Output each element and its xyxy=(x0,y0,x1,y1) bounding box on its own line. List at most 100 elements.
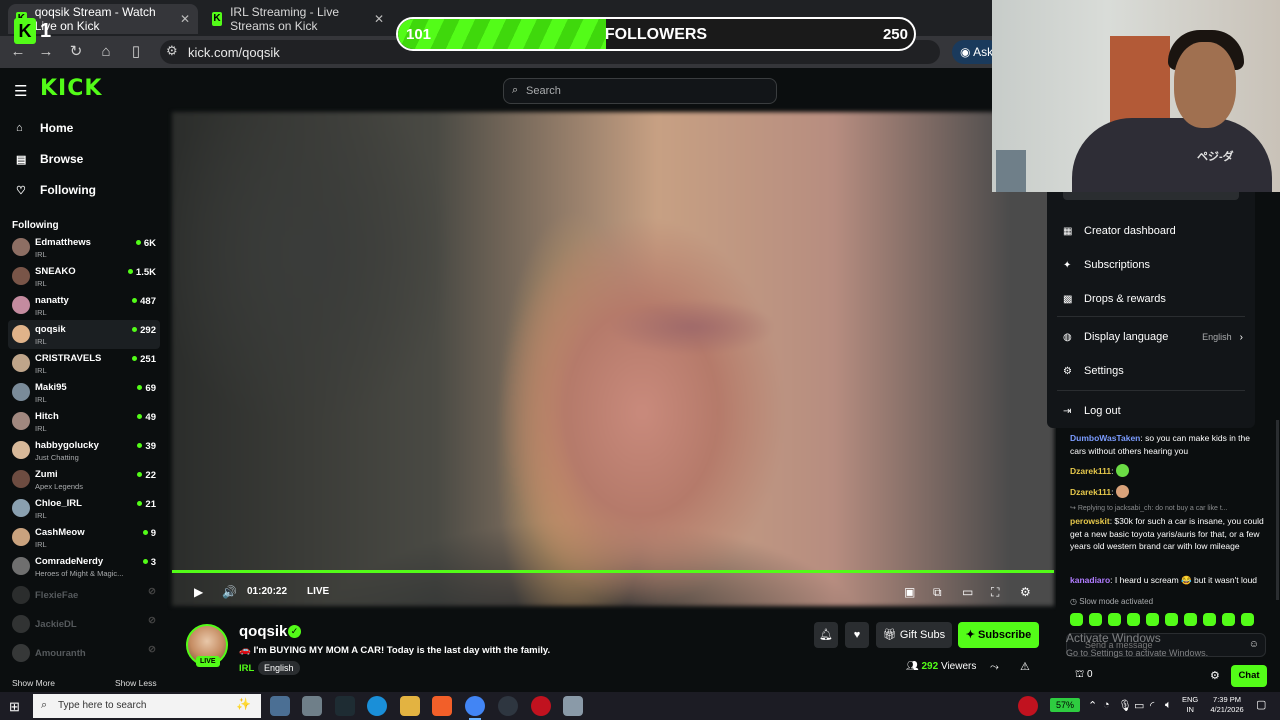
chrome-icon[interactable] xyxy=(465,696,485,720)
terminal-icon[interactable] xyxy=(335,696,355,716)
kick-logo[interactable]: KICK xyxy=(40,76,102,101)
sidebar-channel-amouranth[interactable]: Amouranth ⊘ xyxy=(8,639,160,668)
sidebar-channel-habbygolucky[interactable]: habbygolucky Just Chatting 39 xyxy=(8,436,160,465)
chat-username[interactable]: kanadiaro xyxy=(1070,575,1110,585)
menu-item-display-language[interactable]: ◍ Display language English › xyxy=(1063,327,1243,347)
emote-icon[interactable] xyxy=(1127,613,1140,626)
emote-icon[interactable] xyxy=(1165,613,1178,626)
sidebar-channel-hitch[interactable]: Hitch IRL 49 xyxy=(8,407,160,436)
emote-icon[interactable] xyxy=(1146,613,1159,626)
chat-username[interactable]: Dzarek111 xyxy=(1070,466,1111,476)
reload-icon[interactable]: ↻ xyxy=(66,42,86,62)
app-window-icon[interactable] xyxy=(563,696,583,716)
subscribe-button[interactable]: ✦ Subscribe xyxy=(958,622,1039,648)
battery-indicator[interactable]: 57% xyxy=(1050,698,1080,712)
player-settings-icon[interactable]: ⚙ xyxy=(1020,585,1031,599)
sidebar-channel-maki95[interactable]: Maki95 IRL 69 xyxy=(8,378,160,407)
nav-browse[interactable]: ▤ Browse xyxy=(16,149,83,169)
tray-app-icon[interactable] xyxy=(1018,696,1038,716)
tray-chevron-icon[interactable]: ⌃ xyxy=(1088,699,1097,712)
site-info-icon[interactable]: ⚙ xyxy=(166,43,178,59)
split-view-icon[interactable]: ▯ xyxy=(126,42,146,62)
sidebar-channel-cashmeow[interactable]: CashMeow IRL 9 xyxy=(8,523,160,552)
hamburger-menu-icon[interactable]: ☰ xyxy=(14,82,27,100)
menu-item-creator-dashboard[interactable]: ▦ Creator dashboard xyxy=(1063,221,1243,241)
follow-button[interactable]: ♥ xyxy=(845,622,869,648)
clock[interactable]: 7:39 PM 4/21/2026 xyxy=(1206,695,1248,715)
gift-subs-button[interactable]: 🎁︎ Gift Subs xyxy=(876,622,952,648)
sidebar-channel-cristravels[interactable]: CRISTRAVELS IRL 251 xyxy=(8,349,160,378)
file-explorer-icon[interactable] xyxy=(400,696,420,716)
mini-player-icon[interactable]: ▣ xyxy=(904,585,915,599)
obs-icon[interactable] xyxy=(498,696,518,716)
microphone-icon[interactable]: 🎙︎ xyxy=(1118,699,1132,712)
clip-icon[interactable]: ⧉ xyxy=(933,585,942,600)
task-view-icon[interactable] xyxy=(270,696,290,716)
windows-start-icon[interactable]: ⊞ xyxy=(9,699,20,715)
sidebar-channel-comradenerdy[interactable]: ComradeNerdy Heroes of Might & Magic... 3 xyxy=(8,552,160,581)
edge-icon[interactable] xyxy=(367,696,387,716)
streamer-name[interactable]: qoqsik xyxy=(239,623,287,640)
wifi-icon[interactable]: ◜ xyxy=(1150,699,1154,712)
taskbar-search[interactable]: ⌕ Type here to search ✨ xyxy=(33,694,261,718)
menu-item-logout[interactable]: ⇥ Log out xyxy=(1063,401,1243,421)
play-icon[interactable]: ▶ xyxy=(194,585,203,599)
menu-item-subscriptions[interactable]: ✦ Subscriptions xyxy=(1063,255,1243,275)
emote-icon[interactable] xyxy=(1070,613,1083,626)
chat-username[interactable]: perowskit xyxy=(1070,516,1110,526)
chat-username[interactable]: Dzarek111 xyxy=(1070,487,1111,497)
sidebar-channel-nanatty[interactable]: nanatty IRL 487 xyxy=(8,291,160,320)
browser-tab[interactable]: K IRL Streaming - Live Streams on Kick ✕ xyxy=(204,4,392,34)
chat-settings-icon[interactable]: ⚙ xyxy=(1210,669,1220,682)
sidebar-channel-jackiedl[interactable]: JackieDL ⊘ xyxy=(8,610,160,639)
emote-icon[interactable] xyxy=(1203,613,1216,626)
emoji-picker-icon[interactable]: ☺ xyxy=(1249,639,1259,650)
close-icon[interactable]: ✕ xyxy=(374,12,384,26)
playback-progress-bar[interactable] xyxy=(172,570,1054,573)
search-input[interactable]: ⌕ Search xyxy=(503,78,777,104)
video-frame[interactable] xyxy=(172,112,1054,606)
channel-points[interactable]: ⛫ 0 xyxy=(1075,669,1093,682)
browser-tab-active[interactable]: K qoqsik Stream - Watch Live on Kick ✕ xyxy=(8,4,198,34)
emote-icon[interactable] xyxy=(1222,613,1235,626)
location-icon[interactable]: ◔ xyxy=(1103,699,1110,711)
share-icon[interactable]: ⤳ xyxy=(990,661,999,674)
sidebar-channel-qoqsik[interactable]: qoqsik IRL 292 xyxy=(8,320,160,349)
home-icon[interactable]: ⌂ xyxy=(96,42,116,62)
show-more-link[interactable]: Show More xyxy=(12,678,55,688)
chat-scrollbar[interactable] xyxy=(1276,420,1279,600)
sidebar-channel-flexiefae[interactable]: FlexieFae ⊘ xyxy=(8,581,160,610)
menu-item-settings[interactable]: ⚙ Settings xyxy=(1063,361,1243,381)
menu-item-drops[interactable]: ▩ Drops & rewards xyxy=(1063,289,1243,309)
show-less-link[interactable]: Show Less xyxy=(115,678,157,688)
notification-bell-button[interactable]: 🔔︎ xyxy=(814,622,838,648)
nav-home[interactable]: ⌂ Home xyxy=(16,118,73,138)
emote-icon[interactable] xyxy=(1241,613,1254,626)
emote-icon[interactable] xyxy=(1108,613,1121,626)
chat-username[interactable]: DumboWasTaken xyxy=(1070,433,1140,443)
sidebar-channel-zumi[interactable]: Zumi Apex Legends 22 xyxy=(8,465,160,494)
emote-icon[interactable] xyxy=(1089,613,1102,626)
fullscreen-icon[interactable]: ⛶ xyxy=(991,585,999,600)
sidebar-channel-sneako[interactable]: SNEAKO IRL 1.5K xyxy=(8,262,160,291)
report-icon[interactable]: ⚠ xyxy=(1020,660,1030,673)
chat-send-button[interactable]: Chat xyxy=(1231,665,1267,687)
calculator-icon[interactable] xyxy=(302,696,322,716)
category-tag[interactable]: IRL xyxy=(239,663,254,674)
forward-icon[interactable]: → xyxy=(36,42,56,62)
sidebar-channel-edmatthews[interactable]: Edmatthews IRL 6K xyxy=(8,233,160,262)
input-language[interactable]: ENG IN xyxy=(1182,695,1198,715)
speaker-icon[interactable]: 🔈︎ xyxy=(1165,699,1172,712)
sidebar-channel-chloe_irl[interactable]: Chloe_IRL IRL 21 xyxy=(8,494,160,523)
recorder-icon[interactable] xyxy=(531,696,551,716)
volume-icon[interactable]: 🔊 xyxy=(222,585,237,599)
close-icon[interactable]: ✕ xyxy=(180,12,190,26)
notification-icon[interactable]: ▢ xyxy=(1256,698,1266,711)
emote-icon[interactable] xyxy=(1184,613,1197,626)
network-icon[interactable]: ▭ xyxy=(1134,699,1144,712)
back-icon[interactable]: ← xyxy=(8,42,28,62)
language-tag[interactable]: English xyxy=(258,661,300,675)
nav-following[interactable]: ♡ Following xyxy=(16,180,96,200)
brave-icon[interactable] xyxy=(432,696,452,716)
theater-mode-icon[interactable]: ▭ xyxy=(962,585,973,599)
